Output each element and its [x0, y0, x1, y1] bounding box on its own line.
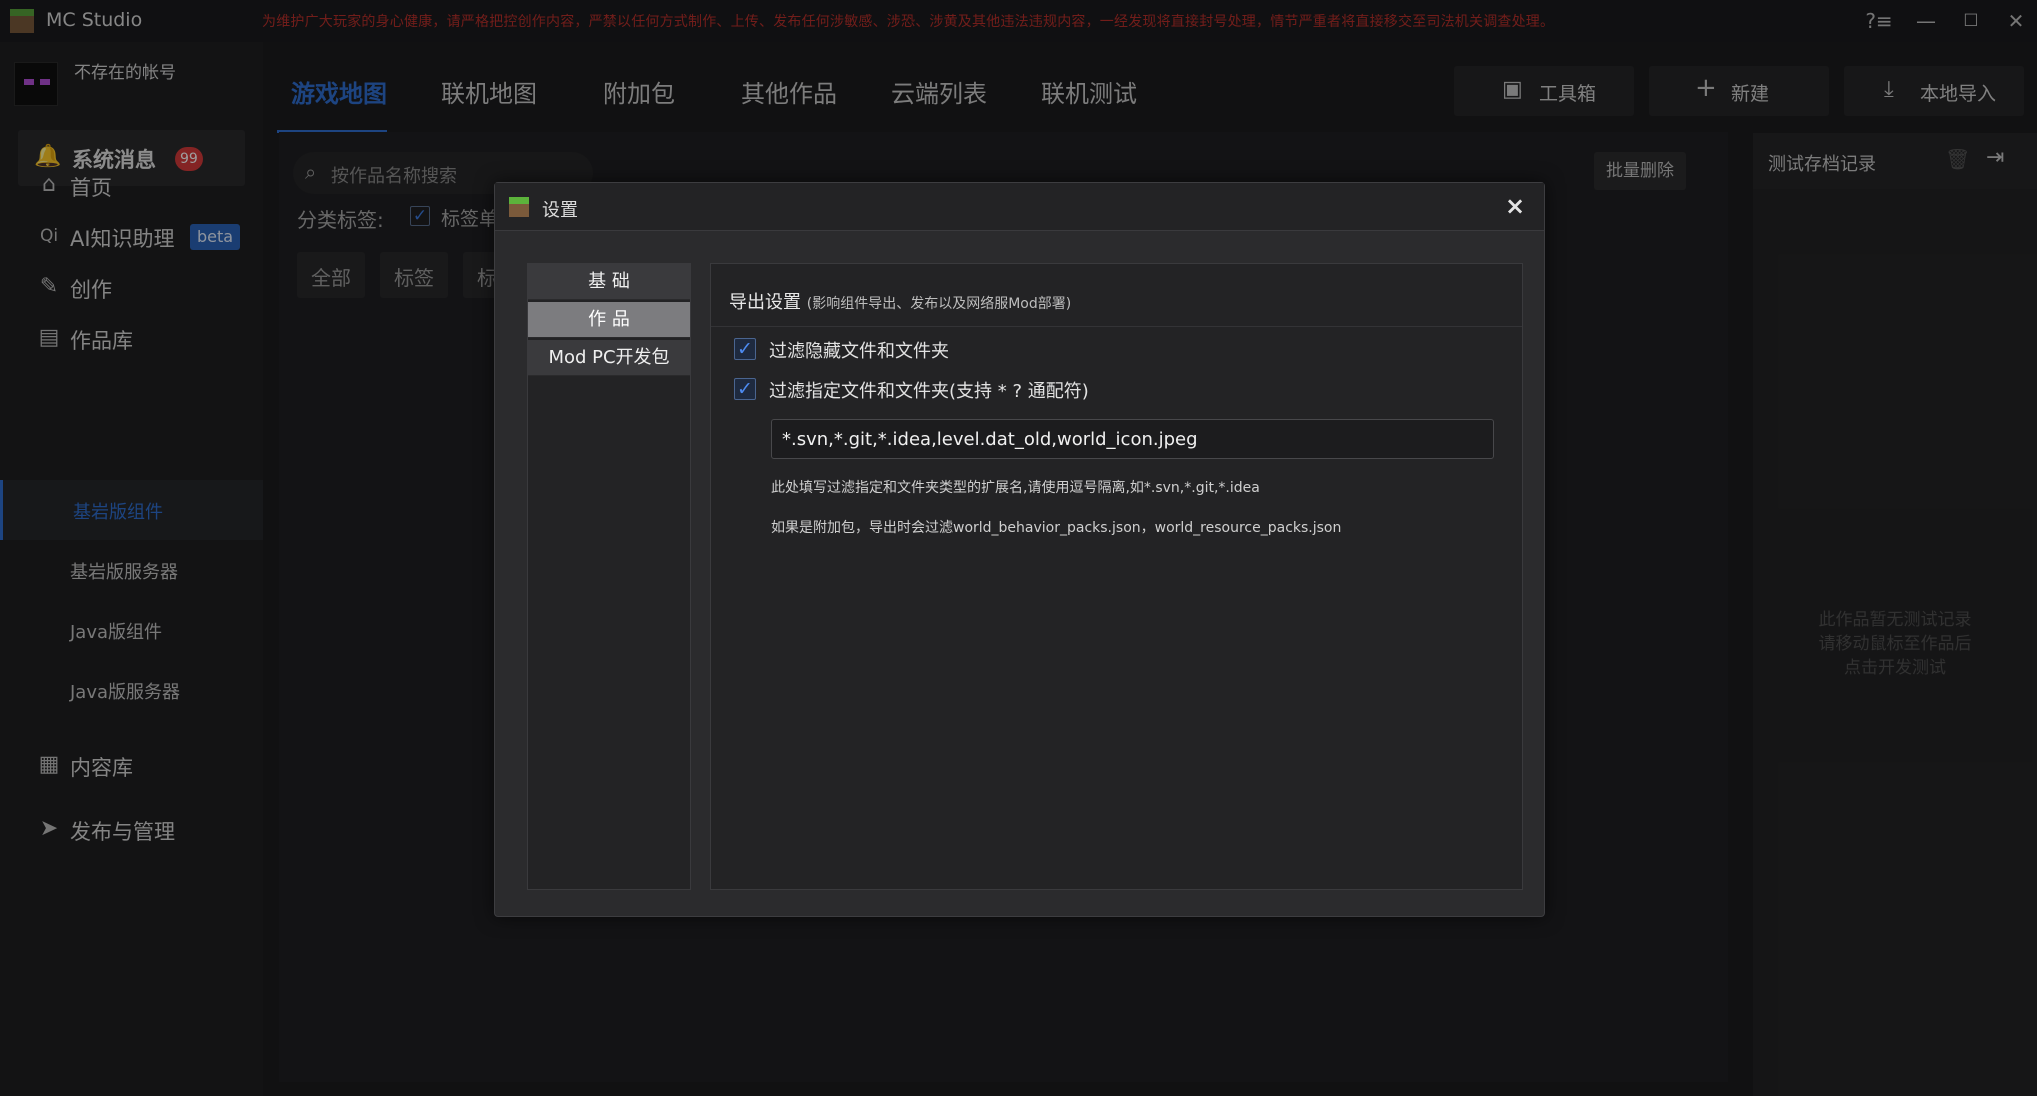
grass-block-icon [509, 197, 529, 217]
filter-hint: 此处填写过滤指定和文件夹类型的扩展名,请使用逗号隔离,如*.svn,*.git,… [771, 480, 1260, 496]
filter-patterns-input[interactable] [771, 419, 1494, 459]
divider [711, 326, 1522, 327]
filter-hidden-checkbox[interactable]: ✓ [734, 338, 756, 360]
export-settings-title: 导出设置 (影响组件导出、发布以及网络服Mod部署) [729, 288, 1071, 314]
filter-hidden-label: 过滤隐藏文件和文件夹 [769, 341, 949, 362]
dialog-header: 设置 × [495, 183, 1544, 231]
settings-dialog: 设置 × 基 础 作 品 Mod PC开发包 导出设置 (影响组件导出、发布以及… [494, 182, 1545, 917]
settings-tab-works[interactable]: 作 品 [528, 302, 690, 338]
filter-specified-checkbox[interactable]: ✓ [734, 378, 756, 400]
settings-tab-basic[interactable]: 基 础 [528, 264, 690, 300]
settings-nav: 基 础 作 品 Mod PC开发包 [527, 263, 691, 890]
settings-content: 导出设置 (影响组件导出、发布以及网络服Mod部署) ✓ 过滤隐藏文件和文件夹 … [710, 263, 1523, 890]
close-dialog-button[interactable]: × [1505, 192, 1525, 220]
section-title-text: 导出设置 [729, 292, 801, 313]
filter-specified-label: 过滤指定文件和文件夹(支持 * ? 通配符) [769, 381, 1089, 402]
addon-hint: 如果是附加包，导出时会过滤world_behavior_packs.json，w… [771, 520, 1342, 536]
dialog-title: 设置 [542, 200, 578, 221]
settings-tab-mod-pc-sdk[interactable]: Mod PC开发包 [528, 340, 690, 376]
section-note: (影响组件导出、发布以及网络服Mod部署) [806, 296, 1072, 312]
